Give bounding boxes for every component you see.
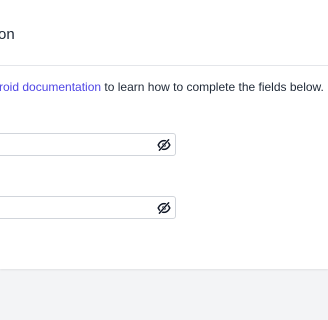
- secret-field-2[interactable]: [0, 196, 176, 219]
- settings-card: roid documentation to learn how to compl…: [0, 66, 328, 269]
- page-title: on: [0, 26, 15, 43]
- eye-off-icon[interactable]: [157, 201, 171, 215]
- secret-input-1[interactable]: [1, 136, 155, 155]
- help-text-rest: to learn how to complete the fields belo…: [101, 80, 324, 94]
- page-header: on: [0, 0, 328, 66]
- secret-input-2[interactable]: [1, 199, 155, 218]
- secret-field-1[interactable]: [0, 133, 176, 156]
- documentation-link[interactable]: roid documentation: [0, 80, 101, 94]
- page: on roid documentation to learn how to co…: [0, 0, 328, 320]
- eye-off-icon[interactable]: [157, 138, 171, 152]
- help-text: roid documentation to learn how to compl…: [0, 79, 324, 95]
